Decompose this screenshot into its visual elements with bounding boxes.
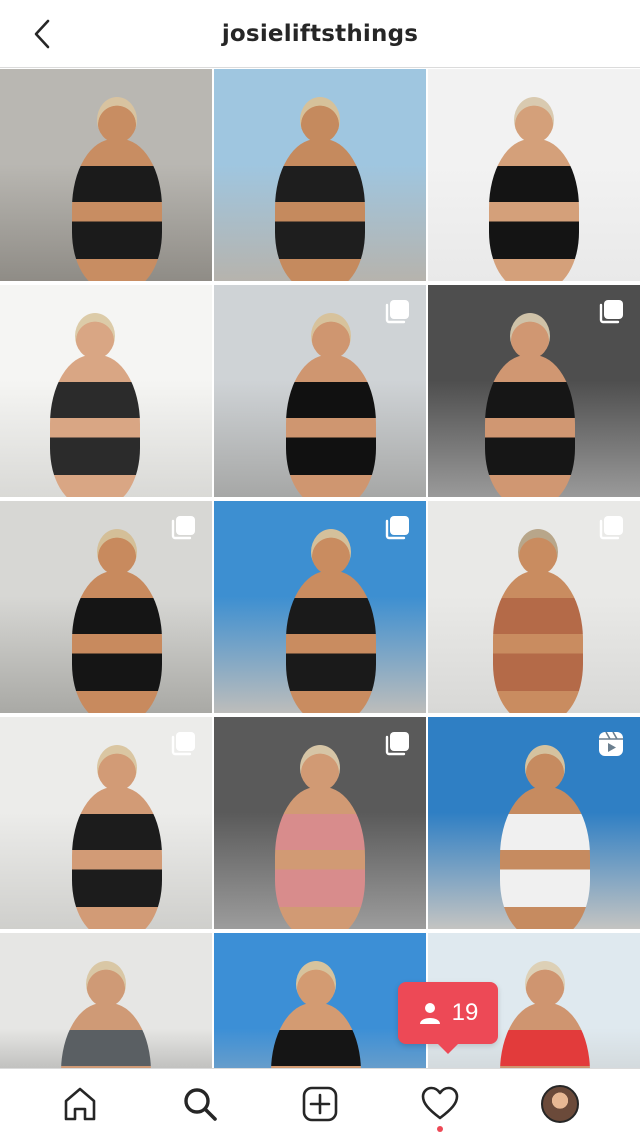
grid-post-tile[interactable]	[214, 933, 426, 1068]
post-subject	[489, 139, 579, 281]
carousel-icon	[385, 732, 409, 756]
notification-dot	[437, 1125, 443, 1132]
person-icon	[419, 1003, 440, 1024]
search-icon	[184, 1087, 217, 1121]
grid-post-tile[interactable]	[428, 69, 640, 281]
carousel-icon	[599, 300, 623, 324]
back-button[interactable]	[22, 14, 62, 54]
carousel-icon	[599, 516, 623, 540]
grid-post-tile[interactable]	[428, 501, 640, 713]
post-subject-head	[509, 313, 550, 359]
grid-post-tile[interactable]	[428, 285, 640, 497]
post-subject-head	[96, 745, 137, 791]
plus-square-icon	[302, 1086, 338, 1121]
post-subject-head	[310, 313, 351, 359]
post-subject-head	[524, 745, 565, 791]
activity-count: 19	[451, 999, 479, 1026]
grid-post-tile[interactable]	[0, 285, 212, 497]
home-icon	[64, 1087, 96, 1120]
heart-icon	[421, 1086, 459, 1119]
grid-post-tile[interactable]	[0, 501, 212, 713]
post-subject-head	[514, 97, 554, 143]
post-subject-head	[86, 961, 126, 1007]
post-subject	[493, 571, 584, 713]
grid-post-tile[interactable]	[0, 717, 212, 929]
nav-new-post[interactable]	[292, 1076, 348, 1132]
carousel-icon	[171, 732, 195, 756]
avatar	[541, 1084, 579, 1123]
activity-badge[interactable]: 19	[398, 982, 498, 1054]
grid-post-tile[interactable]	[428, 717, 640, 929]
post-subject	[71, 139, 162, 281]
chevron-left-icon	[34, 19, 50, 49]
post-grid	[0, 69, 640, 1068]
post-subject-head	[295, 961, 336, 1007]
top-bar: josieliftsthings	[0, 0, 640, 68]
nav-home[interactable]	[52, 1076, 108, 1132]
bottom-nav	[0, 1068, 640, 1138]
post-subject-head	[300, 745, 340, 791]
post-subject	[285, 355, 376, 497]
post-subject-head	[518, 529, 559, 575]
post-subject-head	[96, 529, 137, 575]
post-subject	[71, 571, 162, 713]
post-subject	[499, 787, 590, 929]
profile-username-title: josieliftsthings	[221, 20, 419, 47]
grid-post-tile[interactable]	[214, 69, 426, 281]
grid-post-tile[interactable]	[214, 501, 426, 713]
post-subject	[71, 787, 162, 929]
grid-post-tile[interactable]	[0, 933, 212, 1068]
nav-search[interactable]	[172, 1076, 228, 1132]
nav-activity[interactable]	[412, 1076, 468, 1132]
post-subject-head	[96, 97, 137, 143]
carousel-icon	[385, 300, 409, 324]
post-subject	[275, 787, 365, 929]
post-subject-head	[310, 529, 351, 575]
reel-icon	[599, 731, 623, 756]
carousel-icon	[385, 516, 409, 540]
nav-profile[interactable]	[532, 1076, 588, 1132]
post-subject	[50, 355, 141, 497]
grid-post-tile[interactable]	[214, 285, 426, 497]
post-subject	[484, 355, 575, 497]
post-subject	[275, 139, 365, 281]
post-subject-head	[524, 961, 565, 1007]
post-subject-head	[300, 97, 340, 143]
carousel-icon	[171, 516, 195, 540]
grid-post-tile[interactable]	[0, 69, 212, 281]
post-subject	[285, 571, 376, 713]
grid-post-tile[interactable]	[214, 717, 426, 929]
